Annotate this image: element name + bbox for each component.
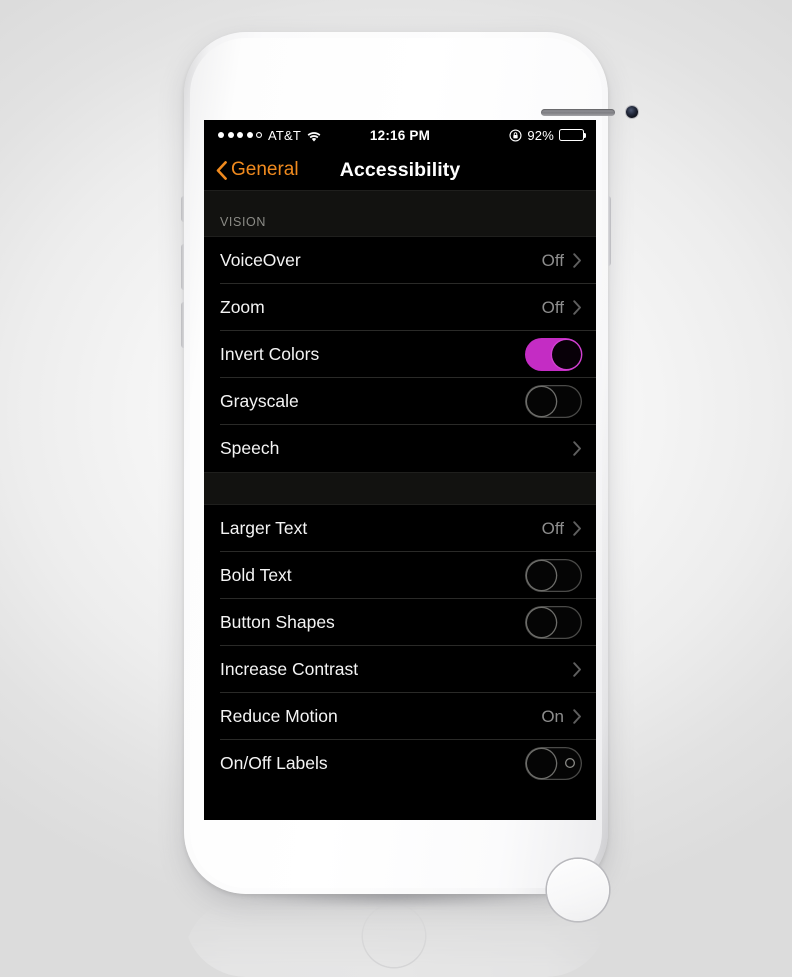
page-title: Accessibility — [339, 158, 461, 181]
toggle-bold-text[interactable] — [525, 559, 582, 592]
chevron-right-icon — [573, 662, 582, 677]
row-value-larger-text: Off — [541, 518, 564, 538]
row-value-reduce-motion: On — [541, 706, 564, 726]
row-label-grayscale: Grayscale — [220, 391, 299, 411]
toggle-on-off-labels[interactable] — [525, 747, 582, 780]
row-label-bold-text: Bold Text — [220, 565, 292, 585]
chevron-right-icon — [573, 300, 582, 315]
rotation-lock-icon — [509, 128, 522, 142]
screenshot-stage: AT&T 12:16 PM 92% General Accessibility … — [0, 0, 792, 977]
chevron-right-icon — [573, 441, 582, 456]
settings-row-invert-colors[interactable]: Invert Colors — [204, 331, 596, 378]
settings-row-on-off-labels[interactable]: On/Off Labels — [204, 740, 596, 787]
settings-row-increase-contrast[interactable]: Increase Contrast — [204, 646, 596, 693]
chevron-right-icon — [573, 521, 582, 536]
row-label-invert-colors: Invert Colors — [220, 344, 320, 364]
toggle-button-shapes[interactable] — [525, 606, 582, 639]
battery-icon — [559, 129, 587, 141]
settings-row-grayscale[interactable]: Grayscale — [204, 378, 596, 425]
row-label-reduce-motion: Reduce Motion — [220, 706, 338, 726]
earpiece-speaker-icon — [541, 109, 615, 116]
navigation-bar: General Accessibility — [204, 150, 596, 190]
status-bar: AT&T 12:16 PM 92% — [204, 120, 596, 150]
row-value-voiceover: Off — [541, 250, 564, 270]
section-header-label: VISION — [220, 215, 266, 229]
status-bar-right: 92% — [509, 127, 587, 143]
off-label-icon — [565, 758, 575, 768]
settings-row-voiceover[interactable]: VoiceOver Off — [204, 237, 596, 284]
row-label-voiceover: VoiceOver — [220, 250, 301, 270]
row-label-button-shapes: Button Shapes — [220, 612, 335, 632]
settings-table: VISION VoiceOver Off Zoom Off Invert Colors Gr… — [204, 190, 596, 787]
row-label-increase-contrast: Increase Contrast — [220, 659, 359, 679]
phone-reflection — [184, 898, 608, 977]
settings-row-larger-text[interactable]: Larger Text Off — [204, 505, 596, 552]
settings-row-button-shapes[interactable]: Button Shapes — [204, 599, 596, 646]
section-header-vision: VISION — [204, 190, 596, 237]
section-gap — [204, 472, 596, 505]
battery-percent-label: 92% — [527, 127, 554, 143]
row-label-on-off-labels: On/Off Labels — [220, 753, 328, 773]
toggle-invert-colors[interactable] — [525, 338, 582, 371]
chevron-right-icon — [573, 709, 582, 724]
settings-row-speech[interactable]: Speech — [204, 425, 596, 472]
settings-row-zoom[interactable]: Zoom Off — [204, 284, 596, 331]
chevron-right-icon — [573, 253, 582, 268]
settings-row-bold-text[interactable]: Bold Text — [204, 552, 596, 599]
settings-row-reduce-motion[interactable]: Reduce Motion On — [204, 693, 596, 740]
row-label-zoom: Zoom — [220, 297, 265, 317]
phone-screen: AT&T 12:16 PM 92% General Accessibility … — [204, 120, 596, 820]
front-camera-icon — [626, 106, 638, 118]
row-label-speech: Speech — [220, 438, 280, 458]
toggle-grayscale[interactable] — [525, 385, 582, 418]
row-label-larger-text: Larger Text — [220, 518, 308, 538]
row-value-zoom: Off — [541, 297, 564, 317]
